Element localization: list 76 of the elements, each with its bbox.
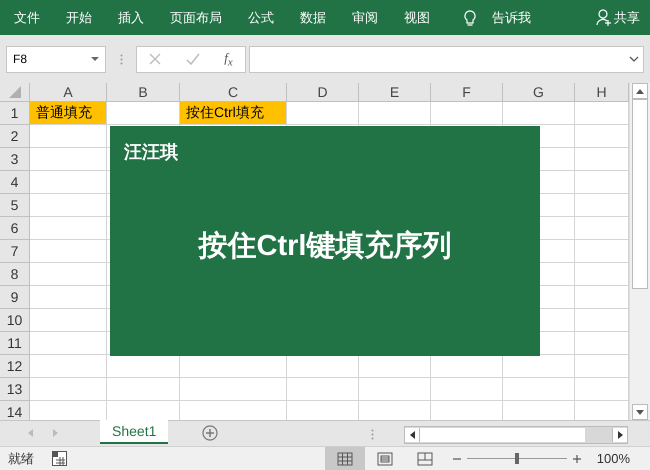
grid-view-icon [336, 452, 353, 466]
row-header[interactable]: 13 [0, 378, 30, 401]
tell-me-button[interactable]: 告诉我 [486, 6, 537, 30]
table-cell [359, 102, 431, 125]
page-layout-icon [376, 452, 393, 466]
row-header[interactable]: 14 [0, 401, 30, 420]
row-header[interactable]: 11 [0, 332, 30, 355]
column-header[interactable]: F [431, 83, 503, 102]
column-header[interactable]: A [30, 83, 107, 102]
ribbon-tab[interactable]: 公式 [242, 6, 280, 30]
table-cell [287, 102, 359, 125]
view-button[interactable] [324, 447, 365, 470]
column-header[interactable]: C [180, 83, 287, 102]
row-header[interactable]: 10 [0, 309, 30, 332]
scroll-left-button[interactable] [405, 428, 420, 442]
table-cell: 普通填充 [30, 102, 107, 125]
insert-function-button[interactable]: f$_{x}$ [224, 50, 233, 68]
ribbon-tab[interactable]: 文件 [8, 6, 46, 30]
row-header[interactable]: 8 [0, 263, 30, 286]
name-box[interactable]: F8 [6, 46, 106, 72]
row-header[interactable]: 4 [0, 171, 30, 194]
row-header[interactable]: 6 [0, 217, 30, 240]
scroll-down-button[interactable] [632, 404, 648, 420]
status-text: 就绪 [8, 450, 35, 468]
share-button[interactable]: 共享 [614, 6, 640, 30]
row-header[interactable]: 9 [0, 286, 30, 309]
table-cell: 按住Ctrl填充 [180, 102, 287, 125]
ribbon-tab[interactable]: 页面布局 [164, 6, 228, 30]
author-name: 汪汪琪 [124, 141, 178, 164]
row-header[interactable]: 1 [0, 102, 30, 125]
ribbon-tab[interactable]: 插入 [112, 6, 150, 30]
cell-reference: F8 [13, 52, 28, 66]
column-header[interactable]: G [503, 83, 575, 102]
ribbon-tab[interactable]: 视图 [398, 6, 436, 30]
row-header[interactable]: 7 [0, 240, 30, 263]
page-break-icon [416, 452, 433, 466]
scroll-up-button[interactable] [632, 83, 648, 99]
ribbon-tab[interactable]: 数据 [294, 6, 332, 30]
table-cell [503, 378, 575, 401]
banner-title: 按住Ctrl键填充序列 [198, 228, 452, 264]
scrollbar-thumb[interactable] [632, 99, 648, 289]
ribbon-tab[interactable]: 审阅 [346, 6, 384, 30]
zoom-thumb[interactable] [514, 453, 519, 464]
grip-icon [120, 54, 122, 64]
dropdown-icon[interactable] [91, 57, 99, 61]
row-header[interactable]: 3 [0, 148, 30, 171]
zoom-level[interactable]: 100% [596, 451, 630, 466]
table-cell [359, 378, 431, 401]
left-arrow-icon[interactable] [410, 431, 414, 439]
check-icon[interactable] [186, 53, 200, 65]
row-header[interactable]: 2 [0, 125, 30, 148]
up-arrow-icon[interactable] [636, 88, 644, 94]
column-header[interactable]: B [107, 83, 180, 102]
scroll-right-button[interactable] [612, 428, 627, 442]
row-header[interactable]: 5 [0, 194, 30, 217]
lightbulb-icon[interactable] [464, 10, 476, 26]
column-header[interactable]: H [575, 83, 629, 102]
macro-record-icon[interactable] [52, 451, 67, 466]
grip-icon [371, 429, 374, 440]
expand-icon[interactable] [629, 56, 639, 62]
sheet-tab[interactable]: Sheet1 [100, 420, 168, 444]
ribbon-tab[interactable]: 开始 [60, 6, 98, 30]
right-arrow-icon[interactable] [618, 431, 622, 439]
scrollbar-thumb[interactable] [420, 428, 585, 442]
table-cell [287, 378, 359, 401]
column-header[interactable]: E [359, 83, 431, 102]
table-cell [503, 102, 575, 125]
column-header[interactable]: D [287, 83, 359, 102]
zoom-in-icon[interactable] [572, 454, 581, 462]
table-cell [431, 378, 503, 401]
formula-input[interactable] [249, 46, 644, 72]
user-add-icon[interactable] [596, 9, 612, 26]
row-header[interactable]: 12 [0, 355, 30, 378]
table-cell [431, 102, 503, 125]
down-arrow-icon[interactable] [636, 410, 644, 414]
add-sheet-icon[interactable] [202, 425, 218, 441]
